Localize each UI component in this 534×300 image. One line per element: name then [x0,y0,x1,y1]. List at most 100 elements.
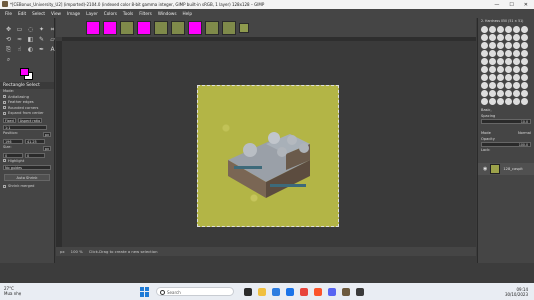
brush-item[interactable] [481,58,488,65]
brush-item[interactable] [497,66,504,73]
start-button-icon[interactable] [140,286,150,297]
foreground-color-swatch[interactable] [20,68,29,76]
rect-select-tool-icon[interactable]: ▭ [15,26,24,34]
file-explorer-icon[interactable] [258,287,266,296]
weather-widget[interactable]: 27°C Mưa nhẹ [0,286,60,296]
guides-select[interactable]: No guides [3,165,51,170]
brush-item[interactable] [513,82,520,89]
brush-item[interactable] [489,66,496,73]
checkbox-icon[interactable] [3,184,6,188]
menu-image[interactable]: Image [64,11,83,16]
brush-item[interactable] [489,74,496,81]
smudge-tool-icon[interactable]: ☝ [15,46,24,54]
brush-item[interactable] [497,34,504,41]
brush-item[interactable] [489,34,496,41]
brush-item[interactable] [481,98,488,105]
app-icon[interactable] [356,287,364,296]
image-tab[interactable] [154,20,168,35]
zoom-select[interactable]: 100 % [71,249,83,254]
brush-item[interactable] [489,42,496,49]
brush-item[interactable] [521,74,528,81]
brush-item[interactable] [505,98,512,105]
image-tab[interactable] [103,20,117,35]
move-tool-icon[interactable]: ✥ [4,26,13,34]
close-button[interactable]: ✕ [524,2,528,8]
brush-item[interactable] [513,26,520,33]
brush-item[interactable] [513,42,520,49]
brush-item[interactable] [521,50,528,57]
canvas-area[interactable] [62,41,476,247]
fixed-checkbox[interactable]: Fixed [3,117,16,123]
brush-item[interactable] [521,90,528,97]
brush-item[interactable] [489,50,496,57]
warp-tool-icon[interactable]: ≈ [15,36,24,44]
maximize-button[interactable]: ☐ [509,2,513,8]
brush-item[interactable] [513,66,520,73]
auto-shrink-button[interactable]: Auto Shrink [4,174,50,181]
brush-item[interactable] [521,82,528,89]
brush-item[interactable] [505,74,512,81]
brush-item[interactable] [505,90,512,97]
brush-item[interactable] [481,90,488,97]
paintbrush-tool-icon[interactable]: ✎ [37,36,46,44]
bucket-fill-tool-icon[interactable]: ◧ [26,36,35,44]
brush-item[interactable] [497,98,504,105]
brush-item[interactable] [481,82,488,89]
brush-item[interactable] [505,82,512,89]
image-tab-active[interactable] [239,22,249,33]
brush-item[interactable] [521,42,528,49]
image-tab[interactable] [120,20,134,35]
menu-layer[interactable]: Layer [83,11,101,16]
brush-item[interactable] [521,34,528,41]
brave-icon[interactable] [314,287,322,296]
discord-icon[interactable] [328,287,336,296]
gimp-taskbar-icon[interactable] [342,287,350,296]
brush-item[interactable] [505,42,512,49]
pos-y-input[interactable]: 41.25 [25,138,45,144]
brush-item[interactable] [481,66,488,73]
brush-item[interactable] [489,58,496,65]
brush-item[interactable] [505,26,512,33]
brush-item[interactable] [481,50,488,57]
fixed-select[interactable]: Aspect ratio [17,117,43,123]
brush-item[interactable] [521,98,528,105]
path-tool-icon[interactable]: ✒ [37,46,46,54]
menu-select[interactable]: Select [29,11,48,16]
layer-name[interactable]: 128_caspit [503,167,522,171]
menu-tools[interactable]: Tools [120,11,136,16]
option-shrink-merged[interactable]: Shrink merged [0,184,54,190]
spacing-slider[interactable]: 10.0 [481,119,531,124]
image-tab[interactable] [205,20,219,35]
checkbox-icon[interactable] [3,95,6,98]
menu-filters[interactable]: Filters [136,11,155,16]
brush-item[interactable] [513,90,520,97]
zoom-tool-icon[interactable]: ⌕ [4,56,13,64]
brush-item[interactable] [497,74,504,81]
brush-item[interactable] [497,58,504,65]
checkbox-icon[interactable] [3,100,6,104]
brush-item[interactable] [513,58,520,65]
fuzzy-select-tool-icon[interactable]: ✦ [37,26,46,34]
taskbar-search-input[interactable]: Search [156,287,234,296]
brush-item[interactable] [521,58,528,65]
brush-item[interactable] [505,66,512,73]
brush-item[interactable] [521,26,528,33]
image-tab[interactable] [86,20,100,35]
clone-tool-icon[interactable]: ⎘ [4,46,13,54]
size-x-input[interactable]: 0 [3,152,23,158]
system-clock[interactable]: 09:14 30/10/2023 [505,287,534,297]
image-tab[interactable] [188,20,202,35]
size-unit[interactable]: px [42,145,51,151]
brush-item[interactable] [489,82,496,89]
brush-item[interactable] [505,34,512,41]
task-view-icon[interactable] [244,287,252,296]
brush-item[interactable] [481,74,488,81]
brush-item[interactable] [513,74,520,81]
position-unit[interactable]: px [42,131,51,137]
ratio-input[interactable]: 1:1 [3,124,47,130]
brush-item[interactable] [497,50,504,57]
brush-item[interactable] [505,58,512,65]
menu-file[interactable]: File [2,11,15,16]
image-tab[interactable] [222,20,236,35]
transform-tool-icon[interactable]: ⟲ [4,36,13,44]
